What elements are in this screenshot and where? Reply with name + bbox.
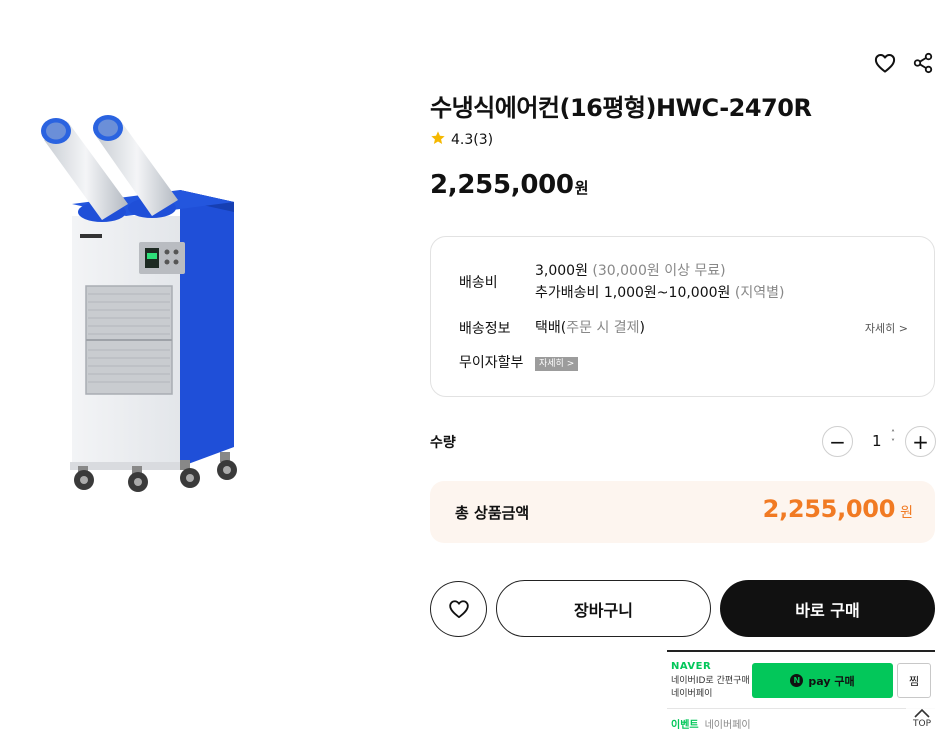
total-price-unit: 원: [900, 505, 913, 521]
naver-pay-button[interactable]: N pay 구매: [752, 663, 893, 698]
event-tag: 이벤트: [671, 720, 699, 731]
top-label: TOP: [912, 719, 931, 729]
product-image: [40, 112, 250, 502]
shipping-info-box: 배송비 3,000원 (30,000원 이상 무료) 추가배송비 1,000원~…: [430, 236, 935, 397]
shipping-fee-note: (30,000원 이상 무료): [592, 263, 726, 279]
delivery-paren-close: ): [639, 320, 646, 336]
shipping-fee-main: 3,000원: [535, 263, 588, 279]
naver-pay-label: pay 구매: [808, 674, 855, 688]
naver-zzim-button[interactable]: 찜: [897, 663, 931, 698]
installment-value: 자세히 >: [535, 351, 908, 373]
share-icon[interactable]: [910, 50, 936, 76]
naver-desc-line1: 네이버ID로 간편구매: [671, 676, 750, 686]
delivery-label: 배송정보: [459, 321, 511, 337]
delivery-method: 택배: [535, 320, 561, 336]
quantity-plus-button[interactable]: +: [905, 426, 936, 457]
wishlist-button[interactable]: [430, 581, 487, 637]
naver-logo: NAVER: [671, 661, 712, 672]
delivery-detail-link[interactable]: 자세히 >: [865, 320, 908, 336]
quantity-input[interactable]: 1: [872, 432, 882, 450]
naver-pay-divider: [667, 708, 935, 709]
rating-value: 4.3(3): [451, 132, 494, 148]
total-price-box: 총 상품금액 2,255,000 원: [430, 481, 935, 543]
installment-detail-badge[interactable]: 자세히 >: [535, 357, 579, 371]
shipping-fee-row: 배송비 3,000원 (30,000원 이상 무료) 추가배송비 1,000원~…: [459, 260, 908, 304]
total-price-number: 2,255,000: [762, 495, 896, 523]
installment-label: 무이자할부: [459, 355, 524, 371]
npay-logo-icon: N: [790, 674, 804, 687]
price-unit: 원: [574, 179, 589, 197]
heart-icon: [448, 600, 469, 619]
quantity-minus-button[interactable]: −: [822, 426, 853, 457]
product-title: 수냉식에어컨(16평형)HWC-2470R: [430, 94, 812, 122]
event-text: 네이버페이: [704, 720, 751, 731]
shipping-fee-label: 배송비: [459, 275, 498, 291]
extra-shipping-note: (지역별): [734, 285, 785, 301]
quantity-stepper: − 1 ˄ ˅ +: [822, 426, 936, 458]
extra-shipping-fee: 추가배송비 1,000원~10,000원: [535, 285, 731, 301]
installment-row: 무이자할부 자세히 >: [459, 351, 908, 373]
star-icon: [430, 130, 446, 150]
total-label: 총 상품금액: [455, 504, 530, 522]
total-price: 2,255,000 원: [763, 495, 913, 523]
naver-pay-panel: NAVER 네이버ID로 간편구매 네이버페이 N pay 구매 찜 이벤트 네…: [667, 650, 935, 750]
spinner-up-icon[interactable]: ˄: [891, 429, 895, 438]
product-rating[interactable]: 4.3(3): [430, 130, 493, 150]
shipping-fee-value: 3,000원 (30,000원 이상 무료) 추가배송비 1,000원~10,0…: [535, 260, 908, 304]
top-actions: [872, 50, 936, 76]
delivery-info-row: 배송정보 택배(주문 시 결제) 자세히 >: [459, 317, 908, 339]
add-to-cart-button[interactable]: 장바구니: [496, 580, 711, 637]
quantity-label: 수량: [430, 435, 456, 451]
delivery-note: 주문 시 결제: [566, 320, 640, 336]
naver-pay-description: 네이버ID로 간편구매 네이버페이: [671, 675, 750, 701]
heart-icon[interactable]: [872, 50, 898, 76]
product-price: 2,255,000 원: [430, 170, 589, 200]
buy-now-button[interactable]: 바로 구매: [720, 580, 935, 637]
naver-event-row[interactable]: 이벤트 네이버페이: [671, 716, 751, 731]
spinner-down-icon[interactable]: ˅: [891, 438, 895, 447]
delivery-value: 택배(주문 시 결제): [535, 317, 865, 339]
naver-desc-line2: 네이버페이: [671, 689, 713, 699]
chevron-up-icon: [914, 708, 930, 718]
price-number: 2,255,000: [430, 170, 574, 200]
scroll-top-button[interactable]: TOP: [906, 708, 938, 740]
quantity-spinner[interactable]: ˄ ˅: [891, 429, 895, 447]
